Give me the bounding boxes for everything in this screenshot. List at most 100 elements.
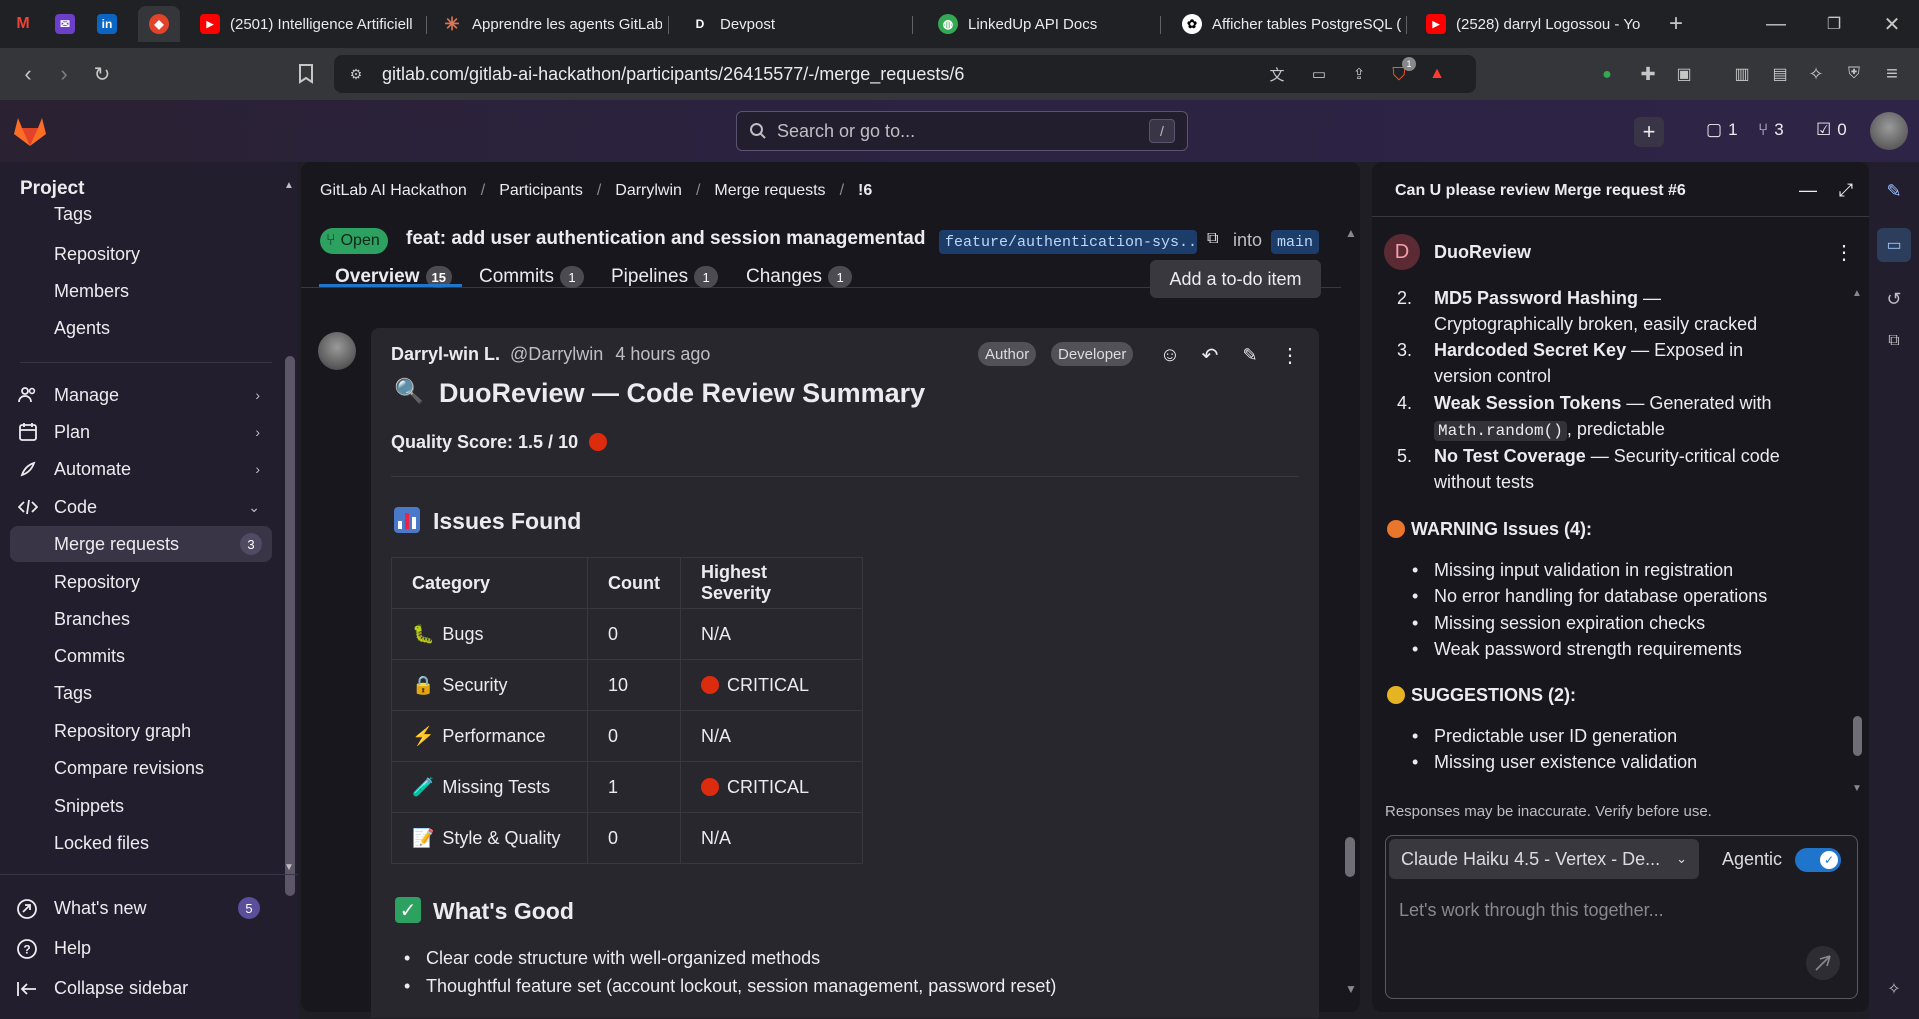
tab-devpost[interactable]: D Devpost [680, 6, 910, 42]
duo-sparkle-icon[interactable]: ✧ [1881, 976, 1907, 1002]
tab-claude[interactable]: ✳ Apprendre les agents GitLab [432, 6, 662, 42]
sidebar-item-members[interactable]: Members [10, 273, 272, 309]
sidebar-item-locked-files[interactable]: Locked files [10, 825, 272, 861]
sidebar-item-tags[interactable]: Tags [10, 675, 272, 711]
gitlab-logo-icon[interactable] [12, 114, 48, 148]
sidebar-item-repository[interactable]: Repository [10, 564, 272, 600]
chat-input[interactable]: Let's work through this together... [1399, 900, 1664, 921]
edit-icon[interactable]: ✎ [1238, 343, 1262, 367]
share-icon[interactable]: ⇪ [1348, 63, 1370, 85]
breadcrumb-participants[interactable]: Participants [499, 182, 583, 200]
tab-changes[interactable]: Changes 1 [746, 266, 853, 288]
tab-mail[interactable]: ✉ [46, 6, 84, 42]
breadcrumb-project[interactable]: Darrylwin [615, 182, 682, 200]
model-selector[interactable]: Claude Haiku 4.5 - Vertex - De... ⌄ [1389, 839, 1699, 879]
sidebar-item-branches[interactable]: Branches [10, 601, 272, 637]
address-bar[interactable]: ⚙ gitlab.com/gitlab-ai-hackathon/partici… [334, 55, 1476, 93]
tab-gmail[interactable]: M [4, 6, 42, 42]
emoji-reaction-icon[interactable]: ☺ [1158, 343, 1182, 367]
sidebar-item-merge-requests[interactable]: Merge requests 3 [10, 526, 272, 562]
comment-handle[interactable]: @Darrylwin [510, 344, 603, 365]
scroll-up-icon[interactable]: ▲ [284, 180, 294, 191]
tab-chatgpt[interactable]: ✿ Afficher tables PostgreSQL ( [1172, 6, 1404, 42]
send-button[interactable] [1806, 946, 1840, 980]
history-icon[interactable]: ↺ [1881, 286, 1907, 312]
new-tab-icon[interactable]: + [1664, 10, 1688, 37]
brave-rewards-icon[interactable]: ▲ [1426, 63, 1448, 85]
site-info-icon[interactable]: ⚙ [346, 64, 366, 84]
reload-icon[interactable]: ↻ [90, 62, 114, 86]
agentic-toggle[interactable]: ✓ [1795, 848, 1841, 872]
menu-icon[interactable]: ≡ [1880, 62, 1904, 86]
sidebar-item-plan[interactable]: Plan › [10, 414, 272, 450]
scroll-up-icon[interactable]: ▲ [1852, 288, 1862, 299]
todos-button[interactable]: ☑ 0 [1816, 120, 1847, 140]
scroll-down-icon[interactable]: ▼ [1345, 982, 1357, 996]
new-chat-icon[interactable]: ✎ [1881, 178, 1907, 204]
agent-menu-icon[interactable]: ⋮ [1832, 240, 1856, 264]
sidebar-item-tags-top[interactable]: Tags [10, 200, 272, 228]
collapse-sidebar-button[interactable]: Collapse sidebar [0, 970, 262, 1006]
expand-panel-icon[interactable]: ⤢ [1834, 178, 1858, 202]
scroll-down-icon[interactable]: ▼ [1852, 783, 1862, 794]
breadcrumb-mr[interactable]: !6 [858, 182, 872, 200]
main-scrollbar[interactable] [1345, 837, 1355, 877]
extensions-puzzle-icon[interactable]: ✚ [1636, 62, 1660, 86]
tab-youtube-1[interactable]: ▶ (2501) Intelligence Artificiell [190, 6, 422, 42]
tab-gitlab[interactable]: ◆ [138, 6, 180, 42]
sidebar-scrollbar[interactable] [285, 356, 295, 896]
scroll-down-icon[interactable]: ▼ [284, 862, 294, 873]
sidebar-item-repository-graph[interactable]: Repository graph [10, 713, 272, 749]
restore-icon[interactable]: ❐ [1822, 12, 1846, 36]
comment-author[interactable]: Darryl-win L. [391, 344, 500, 365]
more-actions-icon[interactable]: ⋮ [1278, 343, 1302, 367]
sidebar-item-automate[interactable]: Automate › [10, 451, 272, 487]
translate-icon[interactable]: 文 [1266, 63, 1288, 85]
sidebar-item-commits[interactable]: Commits [10, 638, 272, 674]
merge-requests-button[interactable]: ⑂ 3 [1758, 120, 1784, 140]
sidebar-item-manage[interactable]: Manage › [10, 377, 272, 413]
leo-ai-icon[interactable]: ✧ [1804, 62, 1828, 86]
sidebar-toggle-icon[interactable]: ▥ [1730, 62, 1754, 86]
scroll-up-icon[interactable]: ▲ [1345, 226, 1357, 240]
tab-pipelines[interactable]: Pipelines 1 [611, 266, 719, 288]
add-todo-button[interactable]: Add a to-do item [1150, 260, 1321, 298]
reply-icon[interactable]: ↶ [1198, 343, 1222, 367]
extension-icon[interactable]: ● [1596, 64, 1618, 86]
breadcrumb-group[interactable]: GitLab AI Hackathon [320, 182, 467, 200]
tab-youtube-2[interactable]: ▶ (2528) darryl Logossou - Yo [1416, 6, 1646, 42]
create-new-button[interactable]: + [1634, 117, 1664, 147]
vpn-icon[interactable]: ⛨ [1842, 62, 1866, 86]
sidebar-item-code[interactable]: Code ⌄ [10, 489, 272, 525]
target-branch[interactable]: main [1271, 230, 1320, 254]
sessions-icon[interactable]: ⧉ [1881, 328, 1907, 354]
close-window-icon[interactable]: ✕ [1880, 12, 1904, 36]
source-branch[interactable]: feature/authentication-sys... [939, 230, 1197, 254]
minimize-panel-icon[interactable]: — [1796, 178, 1820, 202]
minimize-icon[interactable]: — [1764, 12, 1788, 36]
comment-time[interactable]: 4 hours ago [615, 344, 710, 365]
breadcrumb-merge-requests[interactable]: Merge requests [714, 182, 825, 200]
help-link[interactable]: ? Help [0, 930, 262, 966]
chat-scrollbar[interactable] [1853, 716, 1862, 756]
sidebar-item-snippets[interactable]: Snippets [10, 788, 272, 824]
sidebar-item-agents[interactable]: Agents [10, 310, 272, 346]
tab-linkedin[interactable]: in [88, 6, 126, 42]
bookmark-icon[interactable] [294, 62, 318, 86]
forward-icon[interactable]: › [52, 61, 76, 86]
tab-commits[interactable]: Commits 1 [479, 266, 584, 288]
tab-linkedup[interactable]: ◍ LinkedUp API Docs [928, 6, 1158, 42]
chat-tab-active[interactable]: ▭ [1877, 228, 1911, 262]
cast-icon[interactable]: ▭ [1308, 63, 1330, 85]
back-icon[interactable]: ‹ [16, 61, 40, 86]
copy-branch-icon[interactable]: ⧉ [1207, 230, 1218, 248]
wallet-icon[interactable]: ▤ [1768, 62, 1792, 86]
whats-new-link[interactable]: What's new 5 [0, 890, 262, 926]
search-box[interactable]: Search or go to... / [736, 111, 1188, 151]
user-avatar[interactable] [1870, 112, 1908, 150]
screenshot-icon[interactable]: ▣ [1672, 62, 1696, 86]
sidebar-item-compare-revisions[interactable]: Compare revisions [10, 750, 272, 786]
sidebar-item-repository-top[interactable]: Repository [10, 236, 272, 272]
issues-button[interactable]: ▢ 1 [1706, 120, 1738, 140]
author-avatar[interactable] [318, 332, 356, 370]
